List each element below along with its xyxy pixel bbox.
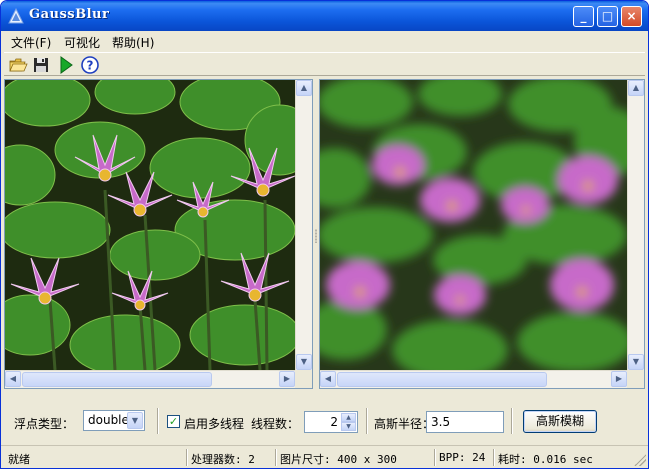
gauss-blur-button[interactable]: 高斯模糊 (523, 410, 597, 433)
spin-down-button[interactable]: ▼ (341, 422, 356, 431)
vertical-scrollbar[interactable]: ▲ ▼ (295, 80, 312, 370)
horizontal-scrollbar[interactable]: ◀ ▶ (320, 370, 627, 388)
scroll-corner (295, 370, 312, 388)
close-button[interactable]: × (621, 6, 642, 27)
resize-grip-icon[interactable] (634, 454, 646, 466)
menu-bar: 文件(F) 可视化 帮助(H) (4, 32, 645, 51)
menu-visualize[interactable]: 可视化 (64, 34, 100, 51)
chevron-down-icon[interactable]: ▼ (127, 412, 143, 429)
folder-open-icon[interactable] (8, 55, 28, 75)
status-processors: 处理器数: 2 (186, 449, 259, 466)
scroll-down-button[interactable]: ▼ (628, 354, 644, 370)
original-image (5, 80, 295, 370)
blurred-image-pane[interactable]: ▲ ▼ ◀ ▶ (319, 79, 645, 389)
minimize-button[interactable]: _ (573, 6, 594, 27)
play-icon[interactable] (56, 55, 76, 75)
splitter-grip (315, 229, 317, 243)
app-icon (8, 8, 24, 24)
scroll-up-button[interactable]: ▲ (296, 80, 312, 96)
float-type-label: 浮点类型： (14, 417, 75, 431)
float-type-value: double (88, 413, 129, 427)
divider (366, 408, 368, 434)
help-icon[interactable]: ? (80, 55, 100, 75)
scroll-down-button[interactable]: ▼ (296, 354, 312, 370)
scroll-thumb[interactable] (22, 372, 212, 387)
original-image-pane[interactable]: ▲ ▼ ◀ ▶ (4, 79, 313, 389)
svg-text:?: ? (87, 59, 94, 73)
divider (511, 408, 513, 434)
scroll-corner (627, 370, 644, 388)
horizontal-scrollbar[interactable]: ◀ ▶ (5, 370, 295, 388)
scroll-left-button[interactable]: ◀ (5, 371, 21, 387)
thread-count-stepper[interactable]: 2 ▲ ▼ (304, 411, 358, 433)
main-window: GaussBlur _ □ × 文件(F) 可视化 帮助(H) ? ▲ ▼ ◀ … (0, 0, 649, 469)
vertical-scrollbar[interactable]: ▲ ▼ (627, 80, 644, 370)
scroll-right-button[interactable]: ▶ (611, 371, 627, 387)
gauss-radius-label: 高斯半径： (374, 417, 435, 431)
gauss-radius-input[interactable]: 3.5 (426, 411, 504, 433)
floppy-disk-icon[interactable] (31, 55, 51, 75)
scroll-up-button[interactable]: ▲ (628, 80, 644, 96)
menu-file[interactable]: 文件(F) (11, 34, 51, 51)
status-image-size: 图片尺寸: 400 x 300 (275, 449, 401, 466)
divider (157, 408, 159, 434)
spin-up-button[interactable]: ▲ (341, 413, 356, 422)
thread-count-label: 线程数： (251, 417, 300, 431)
blurred-image (320, 80, 627, 370)
float-type-select[interactable]: double ▼ (83, 410, 145, 431)
status-elapsed-time: 耗时: 0.016 sec (493, 449, 597, 466)
multithread-label[interactable]: 启用多线程 (184, 415, 244, 432)
multithread-checkbox[interactable]: ✓ (167, 415, 180, 428)
scroll-right-button[interactable]: ▶ (279, 371, 295, 387)
control-panel: 浮点类型： double ▼ ✓ 启用多线程 线程数： 2 ▲ ▼ 高斯半径： … (4, 405, 645, 437)
thread-count-value: 2 (330, 415, 338, 429)
scroll-left-button[interactable]: ◀ (320, 371, 336, 387)
menu-help[interactable]: 帮助(H) (112, 34, 154, 51)
status-bpp: BPP: 24 (434, 449, 489, 466)
status-ready: 就绪 (8, 453, 30, 466)
maximize-button[interactable]: □ (597, 6, 618, 27)
title-bar[interactable]: GaussBlur _ □ × (1, 1, 648, 31)
window-title: GaussBlur (29, 7, 110, 22)
scroll-thumb[interactable] (337, 372, 547, 387)
status-bar: 就绪 处理器数: 2 图片尺寸: 400 x 300 BPP: 24 耗时: 0… (1, 445, 648, 468)
toolbar: ? (4, 52, 645, 76)
